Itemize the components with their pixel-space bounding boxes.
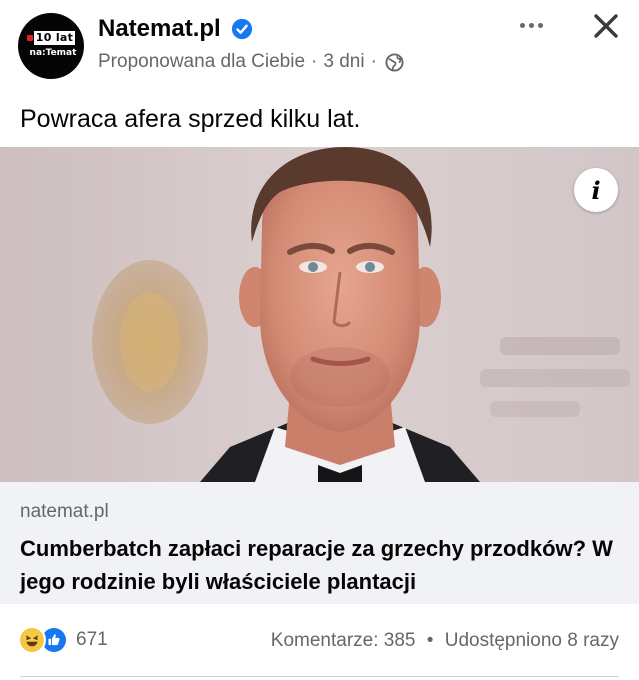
post-time-link[interactable]: 3 dni [323,50,364,74]
post-image[interactable] [0,147,639,482]
comments-count-link[interactable]: Komentarze: 385 [271,630,416,651]
reaction-count: 671 [76,629,108,650]
more-dot-icon [519,22,525,28]
info-button[interactable]: i [574,168,618,212]
reactions-summary[interactable]: 671 [18,626,108,654]
more-options-button[interactable] [510,10,552,40]
portrait-photo [0,147,639,482]
avatar-red-dot [27,35,33,41]
meta-separator: · [311,51,318,72]
haha-icon [18,626,46,654]
post-header: 10 lat na:Temat Natemat.pl Proponowana d… [0,0,639,92]
verified-badge-icon [231,18,253,40]
link-domain: natemat.pl [20,501,109,522]
shares-count-link[interactable]: Udostępniono 8 razy [445,630,619,651]
engagement-bar: 671 Komentarze: 385 • Udostępniono 8 raz… [0,616,639,668]
avatar-brand-text: na:Temat [29,48,77,58]
close-icon[interactable] [588,8,624,44]
post-meta: Proponowana dla Ciebie · 3 dni · [98,50,404,74]
audience-label: Proponowana dla Ciebie [98,51,306,72]
avatar-badge-text: 10 lat [34,31,75,45]
page-name-link[interactable]: Natemat.pl [98,14,221,44]
more-dot-icon [528,22,534,28]
actions-divider [20,676,619,677]
link-preview-card[interactable]: natemat.pl Cumberbatch zapłaci reparacje… [0,482,639,604]
globe-icon [385,52,404,72]
more-dot-icon [537,22,543,28]
engagement-counts: Komentarze: 385 • Udostępniono 8 razy [271,628,619,654]
page-avatar[interactable]: 10 lat na:Temat [18,13,84,79]
post-text: Powraca afera sprzed kilku lat. [20,105,361,133]
link-title[interactable]: Cumberbatch zapłaci reparacje za grzechy… [20,532,630,598]
meta-separator: · [370,51,377,72]
stats-separator: • [426,630,434,651]
